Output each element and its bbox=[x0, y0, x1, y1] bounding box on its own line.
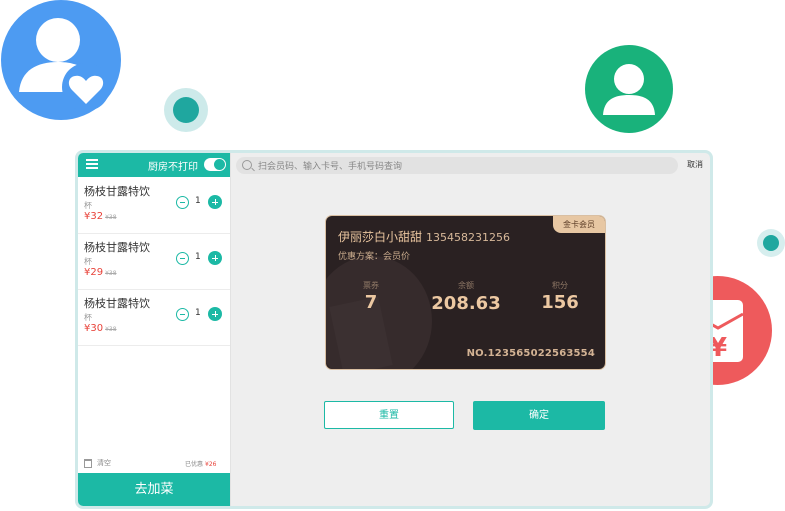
sidebar-header: 厨房不打印 bbox=[78, 153, 230, 177]
item-name: 杨枝甘露特饮 bbox=[84, 185, 150, 198]
item-quantity: 1 bbox=[195, 252, 201, 262]
decorative-dot bbox=[757, 229, 785, 257]
item-unit: 杯 bbox=[84, 201, 92, 210]
member-level-badge: 金卡会员 bbox=[553, 216, 605, 233]
points-value: 156 bbox=[541, 292, 579, 313]
item-unit: 杯 bbox=[84, 313, 92, 322]
user-heart-icon bbox=[1, 0, 121, 120]
cancel-button[interactable]: 取消 bbox=[687, 159, 703, 170]
sidebar-footer: 清空 已优惠 ¥26 bbox=[78, 456, 230, 472]
item-quantity: 1 bbox=[195, 308, 201, 318]
item-name: 杨枝甘露特饮 bbox=[84, 241, 150, 254]
item-price: ¥32 ¥38 bbox=[84, 211, 117, 222]
confirm-button[interactable]: 确定 bbox=[473, 401, 605, 430]
decrease-qty-button[interactable] bbox=[176, 308, 189, 321]
discount-amount: ¥26 bbox=[205, 461, 217, 468]
balance-label: 余额 bbox=[458, 281, 474, 290]
app-window: 厨房不打印 杨枝甘露特饮 杯 ¥32 ¥38 1 杨枝甘露特饮 杯 ¥29 ¥38 … bbox=[75, 150, 713, 509]
search-icon bbox=[242, 160, 252, 170]
member-phone: 135458231256 bbox=[426, 231, 510, 244]
kitchen-no-print-toggle[interactable] bbox=[204, 158, 226, 171]
card-number: NO.123565022563554 bbox=[466, 348, 595, 359]
points-label: 积分 bbox=[552, 281, 568, 290]
menu-icon[interactable] bbox=[86, 159, 98, 170]
order-sidebar: 厨房不打印 杨枝甘露特饮 杯 ¥32 ¥38 1 杨枝甘露特饮 杯 ¥29 ¥38 … bbox=[78, 153, 231, 506]
item-original-price: ¥38 bbox=[105, 326, 117, 333]
item-original-price: ¥38 bbox=[105, 270, 117, 277]
user-icon bbox=[585, 45, 673, 133]
member-name: 伊丽莎白小甜甜 135458231256 bbox=[338, 230, 510, 244]
order-item: 杨枝甘露特饮 杯 ¥29 ¥38 1 bbox=[78, 234, 230, 290]
item-price: ¥30 ¥38 bbox=[84, 323, 117, 334]
increase-qty-button[interactable] bbox=[208, 195, 222, 209]
order-item: 杨枝甘露特饮 杯 ¥30 ¥38 1 bbox=[78, 290, 230, 346]
decrease-qty-button[interactable] bbox=[176, 196, 189, 209]
member-card: 金卡会员 伊丽莎白小甜甜 135458231256 优惠方案：会员价 票券 7 余… bbox=[326, 216, 605, 369]
add-dish-button[interactable]: 去加菜 bbox=[78, 473, 230, 506]
order-item: 杨枝甘露特饮 杯 ¥32 ¥38 1 bbox=[78, 178, 230, 234]
item-unit: 杯 bbox=[84, 257, 92, 266]
decrease-qty-button[interactable] bbox=[176, 252, 189, 265]
item-price: ¥29 ¥38 bbox=[84, 267, 117, 278]
trash-icon[interactable] bbox=[84, 459, 92, 468]
discount-scheme: 优惠方案：会员价 bbox=[338, 252, 411, 262]
kitchen-no-print-label: 厨房不打印 bbox=[148, 162, 198, 173]
discount-summary: 已优惠 ¥26 bbox=[185, 461, 217, 468]
member-search-bar[interactable]: 扫会员码、输入卡号、手机号码查询 bbox=[236, 157, 678, 174]
search-input[interactable]: 扫会员码、输入卡号、手机号码查询 bbox=[258, 159, 402, 172]
coupons-value: 7 bbox=[364, 292, 378, 313]
item-name: 杨枝甘露特饮 bbox=[84, 297, 150, 310]
coupons-label: 票券 bbox=[363, 281, 379, 290]
increase-qty-button[interactable] bbox=[208, 307, 222, 321]
decorative-dot bbox=[164, 88, 208, 132]
item-quantity: 1 bbox=[195, 196, 201, 206]
item-original-price: ¥38 bbox=[105, 214, 117, 221]
clear-button[interactable]: 清空 bbox=[97, 458, 111, 468]
increase-qty-button[interactable] bbox=[208, 251, 222, 265]
reset-button[interactable]: 重置 bbox=[324, 401, 454, 429]
balance-value: 208.63 bbox=[431, 293, 501, 314]
